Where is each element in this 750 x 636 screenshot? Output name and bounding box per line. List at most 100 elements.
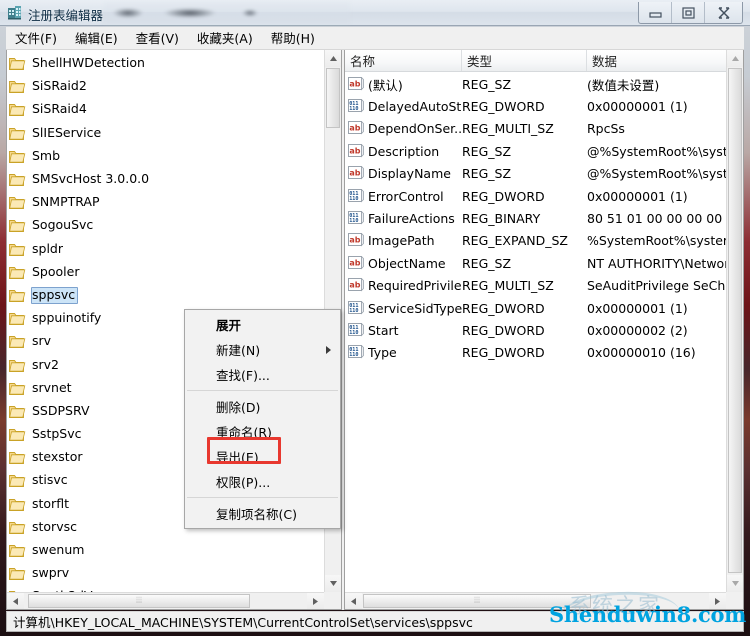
value-row[interactable]: 011 110 FailureActions REG_BINARY 80 51 01 0… xyxy=(345,207,734,229)
value-row[interactable]: ab RequiredPrivile...REG_MULTI_SZ SeAuditP… xyxy=(345,275,734,297)
tree-item-sisraid4[interactable]: SiSRaid4 xyxy=(7,98,325,121)
menu-help[interactable]: 帮助(H) xyxy=(262,25,324,51)
folder-icon xyxy=(9,566,26,581)
tree-item-label: Spooler xyxy=(32,263,80,279)
value-type: REG_BINARY xyxy=(462,211,541,227)
context-menu-item-label: 新建(N) xyxy=(216,343,261,358)
tree-item-smsvchost-3-0-0-0[interactable]: SMSvcHost 3.0.0.0 xyxy=(7,168,325,191)
value-row[interactable]: ab ImagePath REG_EXPAND_SZ %SystemRoot%\sys… xyxy=(345,230,734,252)
svg-text:ab: ab xyxy=(349,258,360,267)
list-scroll-down-button[interactable] xyxy=(727,575,743,592)
tree-item-label: ShellHWDetection xyxy=(32,55,145,71)
ctx-expand[interactable]: 展开 xyxy=(185,312,340,337)
column-header-data[interactable]: 数据 xyxy=(587,50,743,71)
string-value-icon: ab xyxy=(348,121,364,136)
maximize-button[interactable] xyxy=(672,2,705,23)
value-row[interactable]: ab (默认) REG_SZ (数值未设置) xyxy=(345,73,734,95)
menu-view[interactable]: 查看(V) xyxy=(127,25,188,51)
tree-item-spldr[interactable]: spldr xyxy=(7,238,325,261)
ctx-permissions[interactable]: 权限(P)... xyxy=(185,469,340,494)
tree-item-label: SiSRaid4 xyxy=(32,101,87,117)
tree-scroll-right-button[interactable] xyxy=(307,593,324,609)
tree-hscrollbar-thumb[interactable]: ⦙⦙⦙ xyxy=(28,594,250,608)
value-row[interactable]: ab ObjectName REG_SZ NT AUTHORITY\NetworkS xyxy=(345,252,734,274)
ctx-rename[interactable]: 重命名(R) xyxy=(185,419,340,444)
tree-item-label: SSDPSRV xyxy=(32,402,90,418)
tree-item-label: SNMPTRAP xyxy=(32,194,100,210)
svg-text:110: 110 xyxy=(349,330,358,336)
column-header-name[interactable]: 名称 xyxy=(345,50,462,71)
list-scroll-right-button[interactable] xyxy=(709,593,726,609)
tree-scroll-up-button[interactable] xyxy=(325,50,341,67)
list-scroll-up-button[interactable] xyxy=(727,50,743,67)
tree-item-sogousvc[interactable]: SogouSvc xyxy=(7,214,325,237)
tree-item-swprv[interactable]: swprv xyxy=(7,562,325,585)
folder-icon xyxy=(9,334,26,349)
menu-edit[interactable]: 编辑(E) xyxy=(66,25,127,51)
value-row[interactable]: ab DependOnSer... REG_MULTI_SZ RpcSs xyxy=(345,118,734,140)
ctx-find[interactable]: 查找(F)... xyxy=(185,362,340,387)
tree-scroll-down-button[interactable] xyxy=(325,575,341,592)
tree-item-spooler[interactable]: Spooler xyxy=(7,261,325,284)
value-name: FailureActions xyxy=(368,211,455,227)
value-row[interactable]: 011 110 ServiceSidType REG_DWORD 0x00000001 … xyxy=(345,297,734,319)
column-header-type[interactable]: 类型 xyxy=(462,50,587,71)
folder-icon xyxy=(9,473,26,488)
tree-horizontal-scrollbar[interactable]: ⦙⦙⦙ xyxy=(7,592,324,609)
list-hscrollbar-thumb[interactable]: ⦙⦙⦙ xyxy=(363,594,591,608)
value-data: @%SystemRoot%\system3 xyxy=(587,143,734,159)
value-type: REG_MULTI_SZ xyxy=(462,121,554,137)
tree-item-label: storflt xyxy=(32,495,69,511)
value-data: 0x00000001 (1) xyxy=(587,300,688,316)
tree-scroll-left-button[interactable] xyxy=(7,593,24,609)
ctx-delete[interactable]: 删除(D) xyxy=(185,394,340,419)
value-data: SeAuditPrivilege SeChange xyxy=(587,278,734,294)
value-row[interactable]: 011110 DelayedAutoSt...REG_DWORD 0x0000000… xyxy=(345,95,734,117)
close-button[interactable] xyxy=(705,2,742,23)
value-row[interactable]: ab Description REG_SZ @%SystemRoot%\system3 xyxy=(345,140,734,162)
context-menu-item-label: 查找(F)... xyxy=(216,368,270,383)
list-vertical-scrollbar[interactable] xyxy=(726,50,743,592)
value-list-header: 名称 类型 数据 xyxy=(345,50,743,72)
menu-file[interactable]: 文件(F) xyxy=(6,25,66,51)
tree-item-smb[interactable]: Smb xyxy=(7,145,325,168)
tree-item-shellhwdetection[interactable]: ShellHWDetection xyxy=(7,52,325,75)
value-row[interactable]: 011 110 Start REG_DWORD 0x00000002 (2) xyxy=(345,319,734,341)
tree-item-sppsvc[interactable]: sppsvc xyxy=(7,284,325,307)
ctx-new[interactable]: 新建(N) xyxy=(185,337,340,362)
title-bar[interactable]: 注册表编辑器 xyxy=(0,0,750,26)
tree-scrollbar-thumb[interactable] xyxy=(326,68,340,128)
menu-favorites[interactable]: 收藏夹(A) xyxy=(188,25,262,51)
list-scrollbar-thumb[interactable] xyxy=(728,68,742,573)
folder-icon xyxy=(9,102,26,117)
minimize-button[interactable] xyxy=(639,2,672,23)
tree-item-slieservice[interactable]: SlIEService xyxy=(7,122,325,145)
svg-text:ab: ab xyxy=(349,146,360,155)
tree-context-menu[interactable]: 展开新建(N) 查找(F)... 删除(D) 重命名(R) 导出(E) 权限(P)... 复… xyxy=(184,309,341,529)
tree-item-synth3dvsc[interactable]: Synth3dVsc xyxy=(7,585,325,592)
folder-icon xyxy=(9,358,26,373)
svg-text:110: 110 xyxy=(349,106,358,112)
value-type: REG_EXPAND_SZ xyxy=(462,233,568,249)
list-scroll-left-button[interactable] xyxy=(345,593,362,609)
value-data: NT AUTHORITY\NetworkS xyxy=(587,255,734,271)
svg-text:ab: ab xyxy=(349,281,360,290)
list-horizontal-scrollbar[interactable]: ⦙⦙⦙ xyxy=(345,592,726,609)
value-row[interactable]: ab DisplayName REG_SZ @%SystemRoot%\system3 xyxy=(345,163,734,185)
tree-item-label: SMSvcHost 3.0.0.0 xyxy=(32,171,150,187)
svg-text:110: 110 xyxy=(349,218,358,224)
context-menu-item-label: 导出(E) xyxy=(216,450,259,465)
ctx-copy-key-name[interactable]: 复制项名称(C) xyxy=(185,501,340,526)
tree-item-label: SiSRaid2 xyxy=(32,78,87,94)
window-title: 注册表编辑器 xyxy=(28,8,104,23)
folder-icon xyxy=(9,126,26,141)
value-row[interactable]: 011 110 ErrorControl REG_DWORD 0x00000001 (1… xyxy=(345,185,734,207)
tree-item-sisraid2[interactable]: SiSRaid2 xyxy=(7,75,325,98)
context-menu-item-label: 复制项名称(C) xyxy=(216,507,297,522)
value-name: Type xyxy=(368,345,397,361)
ctx-export[interactable]: 导出(E) xyxy=(185,444,340,469)
tree-item-swenum[interactable]: swenum xyxy=(7,539,325,562)
value-row[interactable]: 011 110 Type REG_DWORD 0x00000010 (16) xyxy=(345,342,734,364)
registry-value-list[interactable]: 名称 类型 数据 ab (默认) REG_SZ (数值未设置) 011 110 Delaye… xyxy=(344,50,744,610)
tree-item-snmptrap[interactable]: SNMPTRAP xyxy=(7,191,325,214)
